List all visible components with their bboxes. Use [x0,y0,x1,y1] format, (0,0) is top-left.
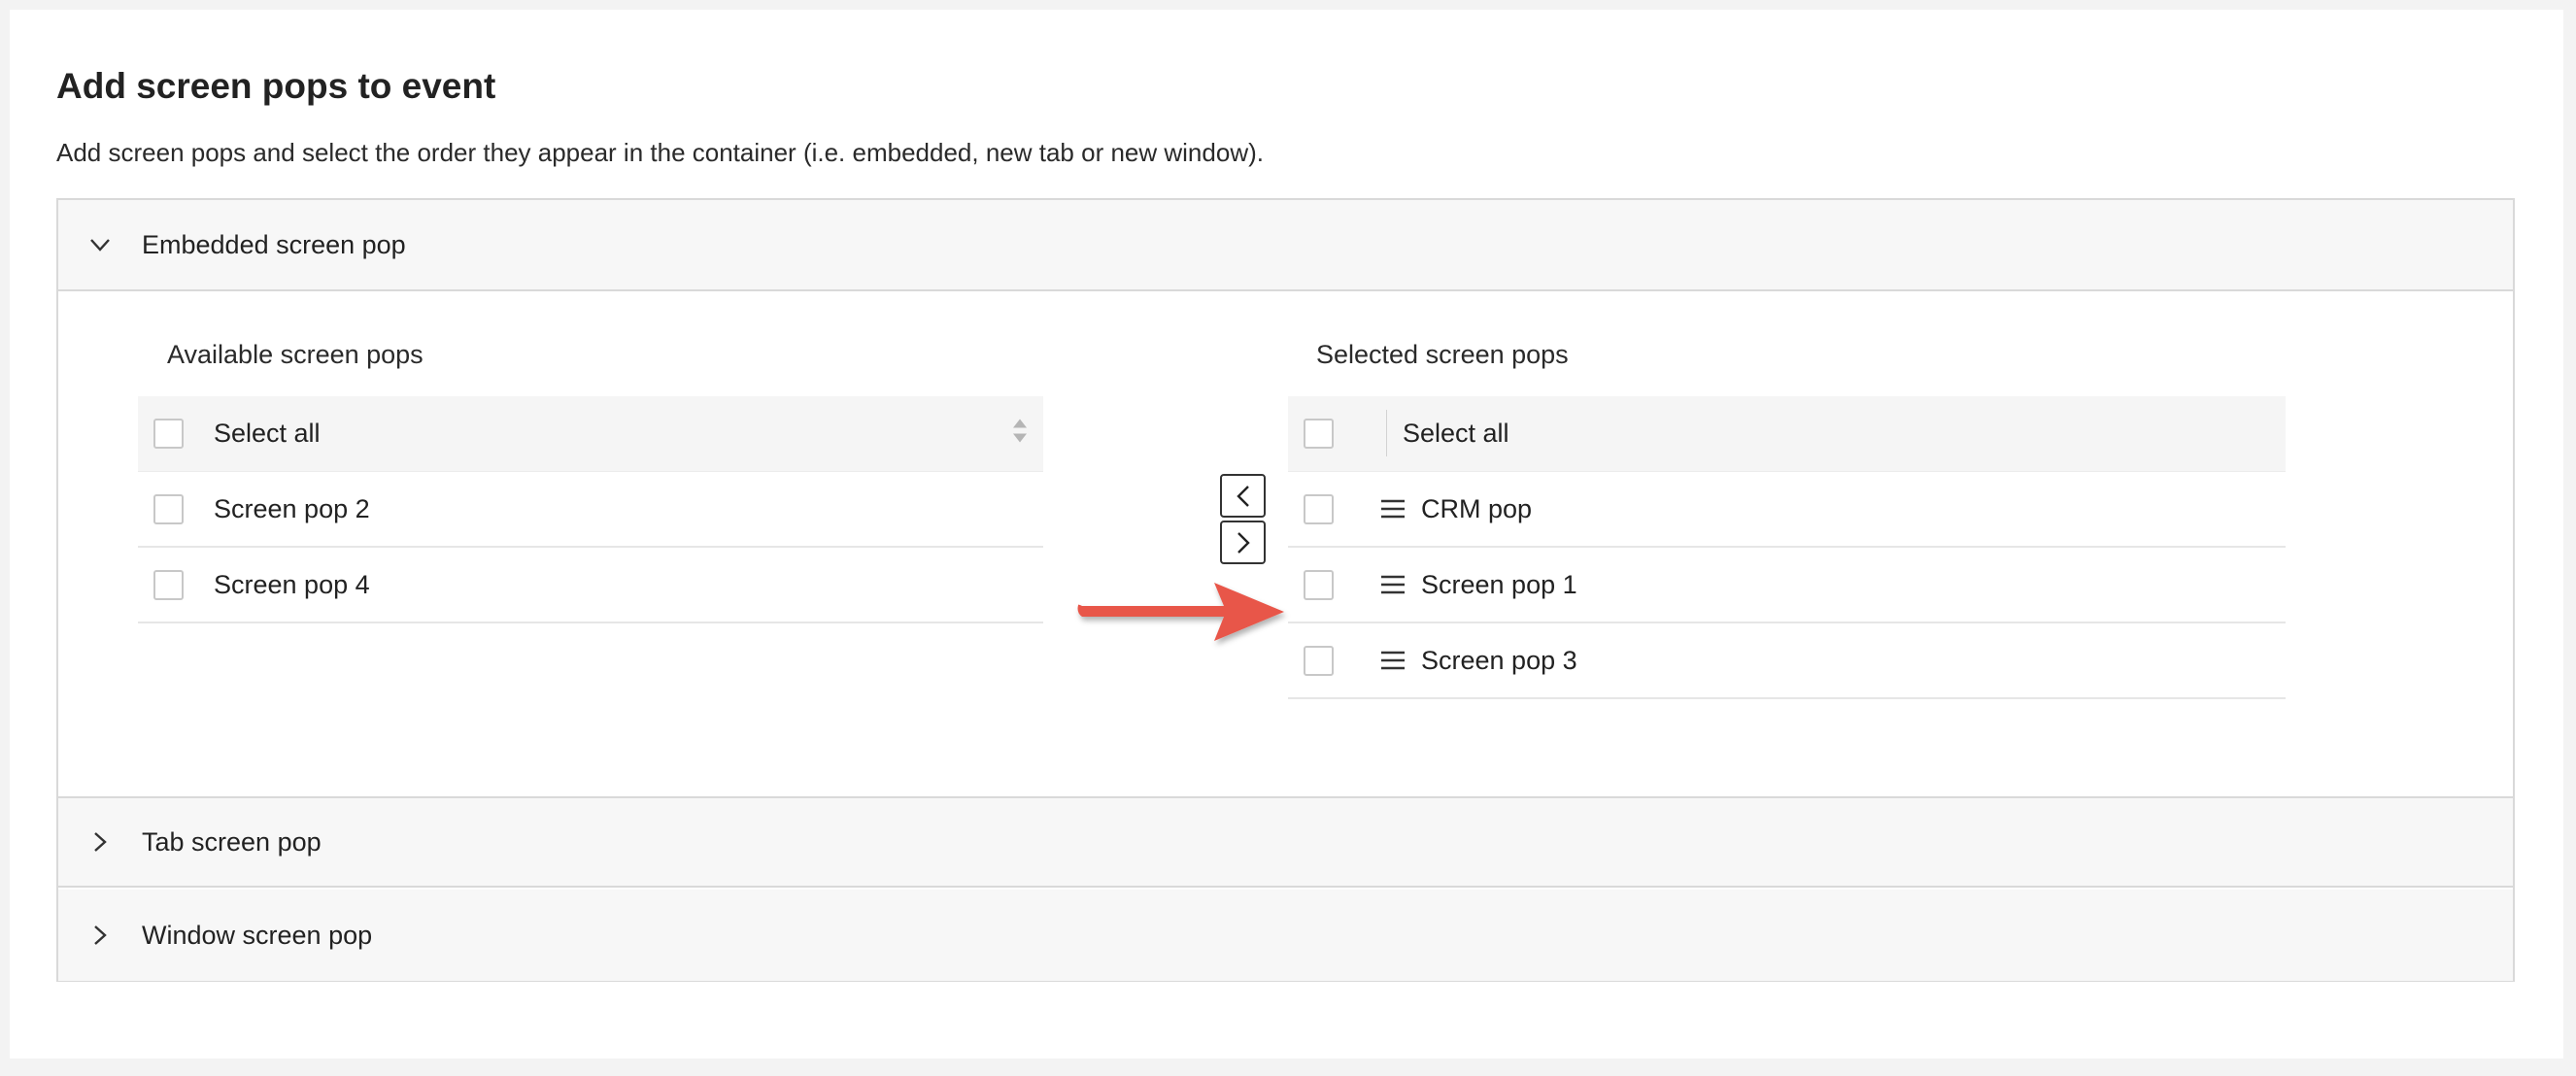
chevron-down-icon [58,238,142,252]
page-description: Add screen pops and select the order the… [56,138,1264,167]
item-checkbox[interactable] [153,493,184,524]
select-all-label: Select all [1403,419,1509,448]
chevron-left-icon [1236,485,1249,507]
select-all-label: Select all [214,419,321,448]
drag-handle-icon[interactable] [1380,650,1406,671]
list-item[interactable]: Screen pop 1 [1288,548,2286,623]
chevron-right-icon [1237,531,1250,554]
item-label: Screen pop 1 [1421,569,1577,599]
accordion-label: Embedded screen pop [142,229,406,259]
column-divider [1386,410,1387,456]
selected-list: Select all CRM pop Screen pop 1 Screen p… [1288,396,2286,699]
item-checkbox[interactable] [1304,493,1334,524]
list-item[interactable]: Screen pop 3 [1288,623,2286,699]
accordion-header-embedded[interactable]: Embedded screen pop [58,200,2513,291]
annotation-arrow-icon [1077,583,1284,641]
available-list: Select all Screen pop 2 Screen pop 4 [138,396,1043,623]
item-label: Screen pop 3 [1421,645,1577,675]
drag-handle-icon[interactable] [1380,498,1406,520]
list-item[interactable]: CRM pop [1288,472,2286,548]
drag-handle-icon[interactable] [1380,574,1406,595]
accordion-header-window[interactable]: Window screen pop [58,890,2513,981]
select-all-checkbox[interactable] [1304,419,1334,449]
chevron-right-icon [58,925,142,946]
item-label: Screen pop 2 [214,493,370,523]
item-checkbox[interactable] [153,569,184,600]
available-select-all-row[interactable]: Select all [138,396,1043,472]
list-item[interactable]: Screen pop 2 [138,472,1043,548]
item-checkbox[interactable] [1304,569,1334,600]
chevron-right-icon [58,831,142,853]
accordion-header-tab[interactable]: Tab screen pop [58,796,2513,888]
item-label: Screen pop 4 [214,569,370,599]
screen-pops-card: Add screen pops to event Add screen pops… [10,10,2563,1059]
selected-panel-title: Selected screen pops [1316,340,1569,369]
screen-pop-accordion: Embedded screen pop Available screen pop… [56,198,2515,982]
accordion-label: Window screen pop [142,920,373,950]
select-all-checkbox[interactable] [153,419,184,449]
list-item[interactable]: Screen pop 4 [138,548,1043,623]
available-panel-title: Available screen pops [167,340,424,369]
page-title: Add screen pops to event [56,66,496,106]
item-label: CRM pop [1421,493,1533,523]
selected-select-all-row[interactable]: Select all [1288,396,2286,472]
item-checkbox[interactable] [1304,645,1334,676]
sort-icon[interactable] [1012,417,1028,451]
accordion-label: Tab screen pop [142,826,322,857]
move-left-button[interactable] [1220,474,1266,518]
move-right-button[interactable] [1220,521,1266,564]
